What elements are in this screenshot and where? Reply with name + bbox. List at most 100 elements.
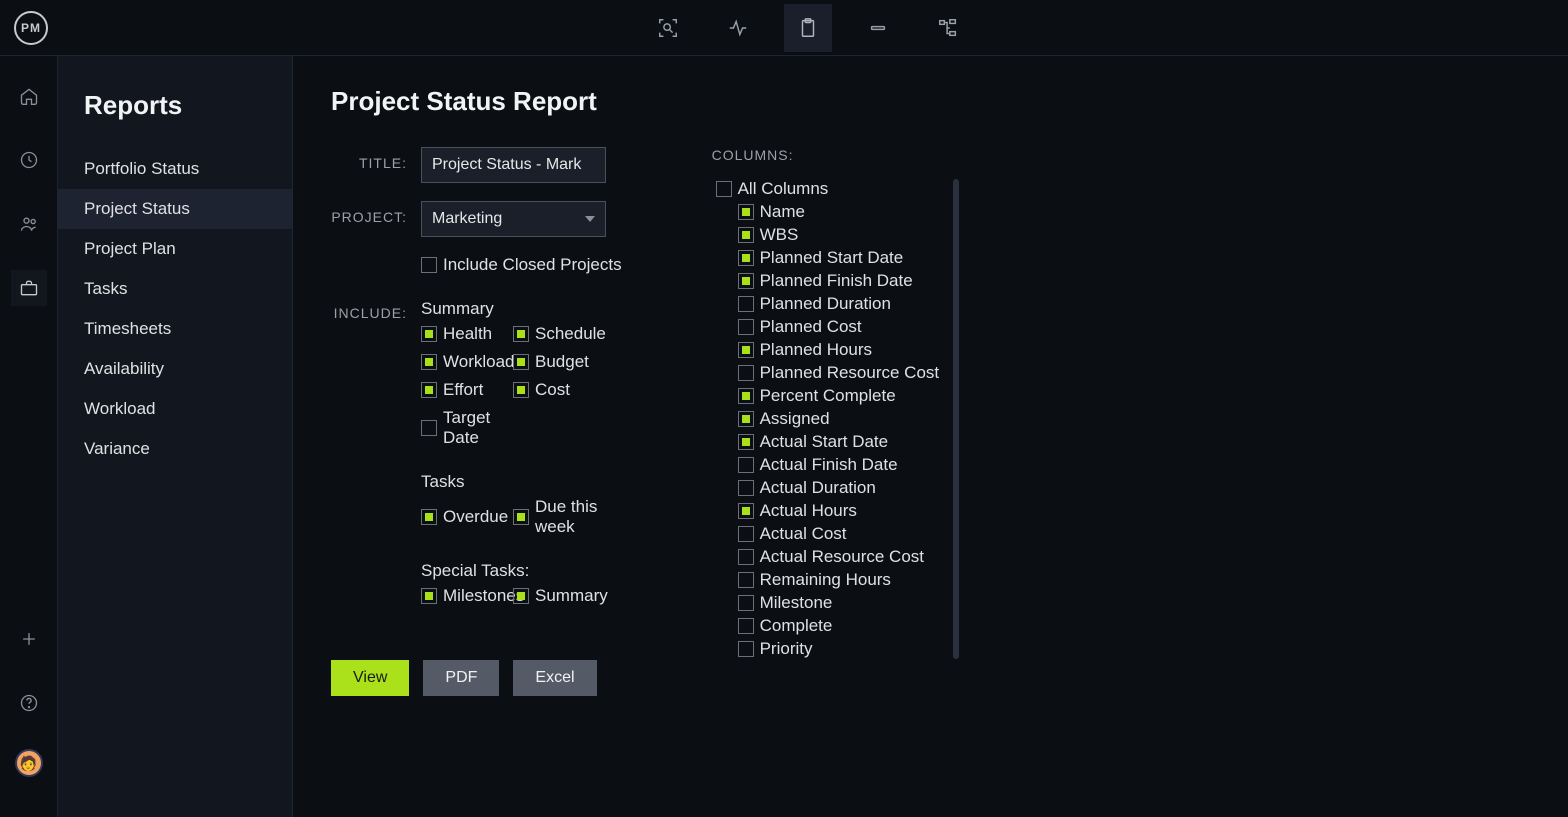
include-schedule-checkbox[interactable]: Schedule <box>513 324 605 344</box>
column-planned-duration-checkbox[interactable]: Planned Duration <box>716 294 940 314</box>
checkbox-icon <box>738 296 754 312</box>
checkbox-icon <box>738 641 754 657</box>
include-milestones-checkbox[interactable]: Milestones <box>421 586 513 606</box>
clipboard-icon[interactable] <box>784 4 832 52</box>
checkbox-icon <box>513 354 529 370</box>
checkbox-icon <box>738 595 754 611</box>
column-wbs-checkbox[interactable]: WBS <box>716 225 940 245</box>
all-columns-checkbox[interactable]: All Columns <box>716 179 940 199</box>
title-label: TITLE: <box>331 147 421 171</box>
sidebar-item-timesheets[interactable]: Timesheets <box>58 309 292 349</box>
left-form: TITLE: PROJECT: Marketing Include Closed… <box>331 147 622 696</box>
sidebar-item-project-plan[interactable]: Project Plan <box>58 229 292 269</box>
checkbox-icon <box>421 420 437 436</box>
column-planned-finish-date-checkbox[interactable]: Planned Finish Date <box>716 271 940 291</box>
checkbox-icon <box>738 319 754 335</box>
reports-sidebar: Reports Portfolio StatusProject StatusPr… <box>58 56 293 817</box>
home-icon[interactable] <box>11 78 47 114</box>
column-actual-cost-checkbox[interactable]: Actual Cost <box>716 524 940 544</box>
pdf-button[interactable]: PDF <box>423 660 499 696</box>
activity-icon[interactable] <box>714 4 762 52</box>
people-icon[interactable] <box>11 206 47 242</box>
page-title: Project Status Report <box>331 86 1568 117</box>
include-due-this-week-checkbox[interactable]: Due this week <box>513 497 605 537</box>
include-cost-checkbox[interactable]: Cost <box>513 380 605 400</box>
include-closed-label: Include Closed Projects <box>443 255 622 275</box>
column-planned-cost-checkbox[interactable]: Planned Cost <box>716 317 940 337</box>
sidebar-item-project-status[interactable]: Project Status <box>58 189 292 229</box>
column-actual-start-date-checkbox[interactable]: Actual Start Date <box>716 432 940 452</box>
include-budget-checkbox[interactable]: Budget <box>513 352 605 372</box>
column-priority-checkbox[interactable]: Priority <box>716 639 940 659</box>
checkbox-icon <box>738 503 754 519</box>
add-icon[interactable] <box>11 621 47 657</box>
column-remaining-hours-checkbox[interactable]: Remaining Hours <box>716 570 940 590</box>
column-actual-finish-date-checkbox[interactable]: Actual Finish Date <box>716 455 940 475</box>
column-actual-hours-checkbox[interactable]: Actual Hours <box>716 501 940 521</box>
sidebar-item-portfolio-status[interactable]: Portfolio Status <box>58 149 292 189</box>
checkbox-icon <box>738 434 754 450</box>
sidebar-item-tasks[interactable]: Tasks <box>58 269 292 309</box>
column-planned-hours-checkbox[interactable]: Planned Hours <box>716 340 940 360</box>
sidebar-item-variance[interactable]: Variance <box>58 429 292 469</box>
include-group-0: Summary <box>421 299 605 319</box>
view-button[interactable]: View <box>331 660 409 696</box>
topbar-views <box>48 4 1568 52</box>
avatar[interactable]: 🧑 <box>15 749 43 777</box>
action-buttons: View PDF Excel <box>331 660 622 696</box>
content: Project Status Report TITLE: PROJECT: Ma… <box>293 56 1568 817</box>
sidebar-item-availability[interactable]: Availability <box>58 349 292 389</box>
column-percent-complete-checkbox[interactable]: Percent Complete <box>716 386 940 406</box>
column-name-checkbox[interactable]: Name <box>716 202 940 222</box>
help-icon[interactable] <box>11 685 47 721</box>
column-complete-checkbox[interactable]: Complete <box>716 616 940 636</box>
checkbox-icon <box>738 411 754 427</box>
include-summary-checkbox[interactable]: Summary <box>513 586 605 606</box>
column-planned-start-date-checkbox[interactable]: Planned Start Date <box>716 248 940 268</box>
search-scan-icon[interactable] <box>644 4 692 52</box>
sidebar-title: Reports <box>58 86 292 149</box>
include-target-date-checkbox[interactable]: Target Date <box>421 408 513 448</box>
column-planned-resource-cost-checkbox[interactable]: Planned Resource Cost <box>716 363 940 383</box>
checkbox-icon <box>421 509 437 525</box>
checkbox-icon <box>421 382 437 398</box>
checkbox-icon <box>513 509 529 525</box>
app-logo[interactable]: PM <box>14 11 48 45</box>
checkbox-icon <box>738 204 754 220</box>
checkbox-icon <box>738 273 754 289</box>
columns-label: COLUMNS: <box>712 147 960 163</box>
tree-icon[interactable] <box>924 4 972 52</box>
column-actual-resource-cost-checkbox[interactable]: Actual Resource Cost <box>716 547 940 567</box>
chevron-down-icon <box>585 216 595 222</box>
project-label: PROJECT: <box>331 201 421 225</box>
briefcase-icon[interactable] <box>11 270 47 306</box>
column-assigned-checkbox[interactable]: Assigned <box>716 409 940 429</box>
excel-button[interactable]: Excel <box>513 660 596 696</box>
column-actual-duration-checkbox[interactable]: Actual Duration <box>716 478 940 498</box>
include-group-2: Special Tasks: <box>421 561 605 581</box>
project-select[interactable]: Marketing <box>421 201 606 237</box>
project-value: Marketing <box>432 210 502 228</box>
include-workload-checkbox[interactable]: Workload <box>421 352 513 372</box>
sidebar-item-workload[interactable]: Workload <box>58 389 292 429</box>
include-effort-checkbox[interactable]: Effort <box>421 380 513 400</box>
checkbox-icon <box>513 326 529 342</box>
checkbox-icon <box>421 588 437 604</box>
title-input[interactable] <box>421 147 606 183</box>
include-closed-projects-checkbox[interactable]: Include Closed Projects <box>421 255 622 275</box>
include-overdue-checkbox[interactable]: Overdue <box>421 497 513 537</box>
column-milestone-checkbox[interactable]: Milestone <box>716 593 940 613</box>
include-health-checkbox[interactable]: Health <box>421 324 513 344</box>
columns-panel: COLUMNS: All Columns Name WBS Planned Start… <box>712 147 960 696</box>
checkbox-icon <box>421 354 437 370</box>
checkbox-icon <box>738 388 754 404</box>
columns-scroll[interactable]: All Columns Name WBS Planned Start Date Plan… <box>712 179 960 659</box>
logo-text: PM <box>21 21 41 35</box>
checkbox-icon <box>716 181 732 197</box>
checkbox-icon <box>738 526 754 542</box>
main-area: 🧑 Reports Portfolio StatusProject Status… <box>0 56 1568 817</box>
checkbox-icon <box>738 549 754 565</box>
recent-icon[interactable] <box>11 142 47 178</box>
minus-icon[interactable] <box>854 4 902 52</box>
checkbox-icon <box>738 342 754 358</box>
